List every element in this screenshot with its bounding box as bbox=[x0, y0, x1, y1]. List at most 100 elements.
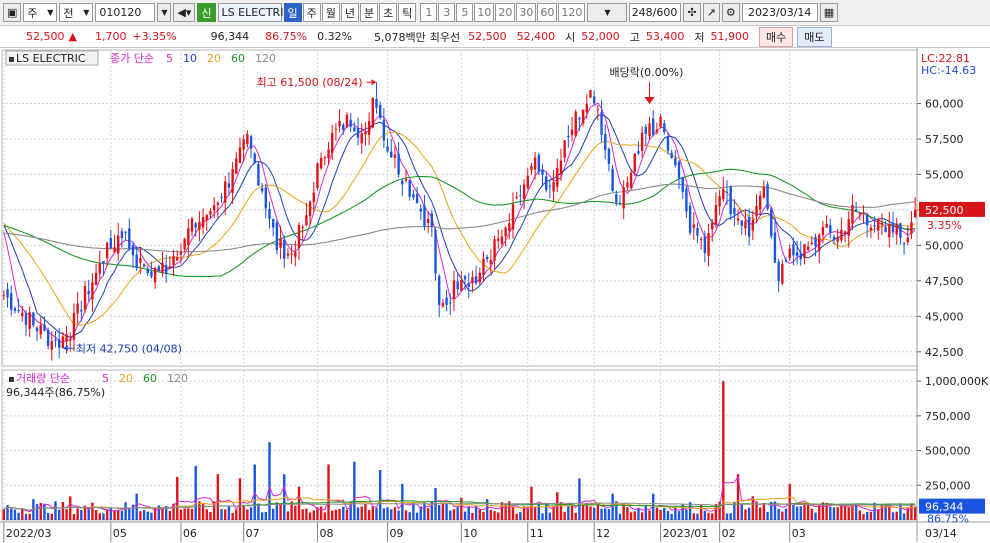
candle-body bbox=[511, 204, 515, 230]
chevron-down-icon[interactable]: ▼ bbox=[157, 3, 172, 22]
candle-body bbox=[836, 237, 839, 242]
interval-button-30[interactable]: 30 bbox=[516, 3, 537, 22]
candle-body bbox=[98, 263, 101, 274]
volume-bar bbox=[139, 511, 142, 520]
candle-body bbox=[711, 222, 714, 230]
volume-bar bbox=[338, 508, 341, 520]
candle-body bbox=[858, 212, 862, 215]
volume-bar bbox=[471, 512, 474, 520]
calendar-icon[interactable]: ▦ bbox=[819, 3, 839, 22]
volume-bar bbox=[519, 512, 522, 520]
sell-button[interactable]: 매도 bbox=[797, 26, 832, 47]
candle-body bbox=[268, 208, 271, 220]
candle-body bbox=[94, 272, 98, 285]
candle-body bbox=[65, 334, 68, 342]
buy-button[interactable]: 매수 bbox=[759, 26, 794, 47]
candle-body bbox=[910, 222, 913, 234]
bar-count[interactable]: 248/600 bbox=[629, 3, 682, 22]
candle-body bbox=[283, 239, 286, 259]
price-tick-label: 47,500 bbox=[925, 275, 964, 288]
candle-body bbox=[862, 213, 865, 215]
candle-body bbox=[663, 123, 666, 133]
chevron-down-icon: ▼ bbox=[604, 8, 611, 17]
volume-bar bbox=[393, 507, 397, 520]
volume-bar bbox=[600, 508, 603, 520]
speaker-icon[interactable]: ◀▾ bbox=[173, 3, 196, 22]
volume-bar bbox=[371, 506, 374, 520]
candle-body bbox=[430, 213, 434, 227]
up-triangle-icon: ▲ bbox=[68, 30, 77, 43]
tab-period-4[interactable]: 분 bbox=[360, 3, 379, 22]
volume-bar bbox=[120, 510, 124, 520]
chart-tools-icon[interactable]: ✣ bbox=[683, 3, 701, 22]
interval-button-120[interactable]: 120 bbox=[558, 3, 586, 22]
candle-body bbox=[153, 268, 157, 283]
interval-button-3[interactable]: 3 bbox=[438, 3, 456, 22]
candle-body bbox=[541, 170, 544, 175]
code-input[interactable]: 010120 bbox=[95, 3, 156, 22]
candle-body bbox=[578, 117, 581, 120]
candle-body bbox=[375, 98, 378, 108]
dividend-annotation: 배당락(0.00%) bbox=[610, 66, 684, 79]
volume-bar bbox=[117, 510, 120, 520]
volume-bar bbox=[356, 507, 360, 520]
amount: 5,078백만 bbox=[374, 30, 426, 44]
draw-icon[interactable]: ↗ bbox=[702, 3, 720, 22]
volume-bar bbox=[91, 502, 94, 520]
volume-bar bbox=[441, 503, 445, 520]
settings-icon[interactable]: ⚙ bbox=[721, 3, 740, 22]
tab-period-2[interactable]: 월 bbox=[321, 3, 340, 22]
volume-bar bbox=[353, 461, 356, 520]
candle-body bbox=[390, 151, 393, 158]
candle-body bbox=[825, 223, 828, 228]
candle-body bbox=[57, 339, 61, 348]
volume-bar bbox=[618, 513, 622, 520]
volume-bar bbox=[54, 501, 57, 520]
candle-body bbox=[72, 312, 76, 340]
candle-body bbox=[666, 136, 670, 151]
prev-select[interactable]: 전 ▼ bbox=[59, 3, 94, 22]
interval-button-1[interactable]: 1 bbox=[420, 3, 438, 22]
volume-bar bbox=[113, 510, 116, 520]
candle-body bbox=[80, 309, 83, 312]
panel-icon[interactable]: ▣ bbox=[3, 3, 22, 22]
candle-body bbox=[308, 201, 312, 217]
volume-bar bbox=[633, 511, 636, 520]
candle-body bbox=[124, 231, 127, 233]
volume-bar bbox=[294, 505, 297, 520]
tab-period-1[interactable]: 주 bbox=[302, 3, 321, 22]
market-select[interactable]: 주 ▼ bbox=[23, 3, 58, 22]
stock-chart[interactable]: 42,500 45,000 47,500 50,000 52,500 55,000 57,5… bbox=[0, 48, 990, 543]
candle-body bbox=[331, 133, 334, 153]
volume-bar bbox=[334, 509, 338, 520]
tab-period-6[interactable]: 틱 bbox=[398, 3, 417, 22]
date-input[interactable]: 2023/03/14 bbox=[741, 3, 818, 22]
toolbar: ▣ 주 ▼ 전 ▼ 010120 ▼ ◀▾ 신 LS ELECTRI 일주월년분초틱… bbox=[0, 0, 990, 26]
candle-body bbox=[670, 152, 673, 159]
candle-body bbox=[142, 264, 146, 267]
volume-info: 96,344주(86.75%) bbox=[6, 386, 105, 399]
interval-button-20[interactable]: 20 bbox=[495, 3, 516, 22]
volume-bar bbox=[803, 502, 806, 520]
tab-period-3[interactable]: 년 bbox=[340, 3, 360, 22]
candle-body bbox=[120, 231, 124, 239]
volume-ratio: 86.75% bbox=[265, 30, 308, 43]
volume-bar bbox=[626, 507, 629, 520]
candle-body bbox=[806, 246, 810, 250]
volume-bar bbox=[497, 512, 500, 520]
candle-body bbox=[397, 153, 400, 175]
volume-bar bbox=[142, 509, 146, 520]
volume-bar bbox=[364, 504, 367, 520]
interval-dropdown[interactable]: ▼ bbox=[587, 3, 628, 22]
volume-bar bbox=[589, 506, 592, 520]
candle-body bbox=[135, 254, 138, 268]
interval-button-5[interactable]: 5 bbox=[456, 3, 474, 22]
interval-button-10[interactable]: 10 bbox=[474, 3, 495, 22]
candle-body bbox=[54, 340, 57, 342]
tab-period-5[interactable]: 초 bbox=[379, 3, 398, 22]
candle-body bbox=[615, 194, 618, 203]
volume-bar bbox=[699, 504, 703, 520]
tab-period-0[interactable]: 일 bbox=[283, 3, 302, 22]
candle-body bbox=[474, 276, 478, 284]
interval-button-60[interactable]: 60 bbox=[537, 3, 558, 22]
